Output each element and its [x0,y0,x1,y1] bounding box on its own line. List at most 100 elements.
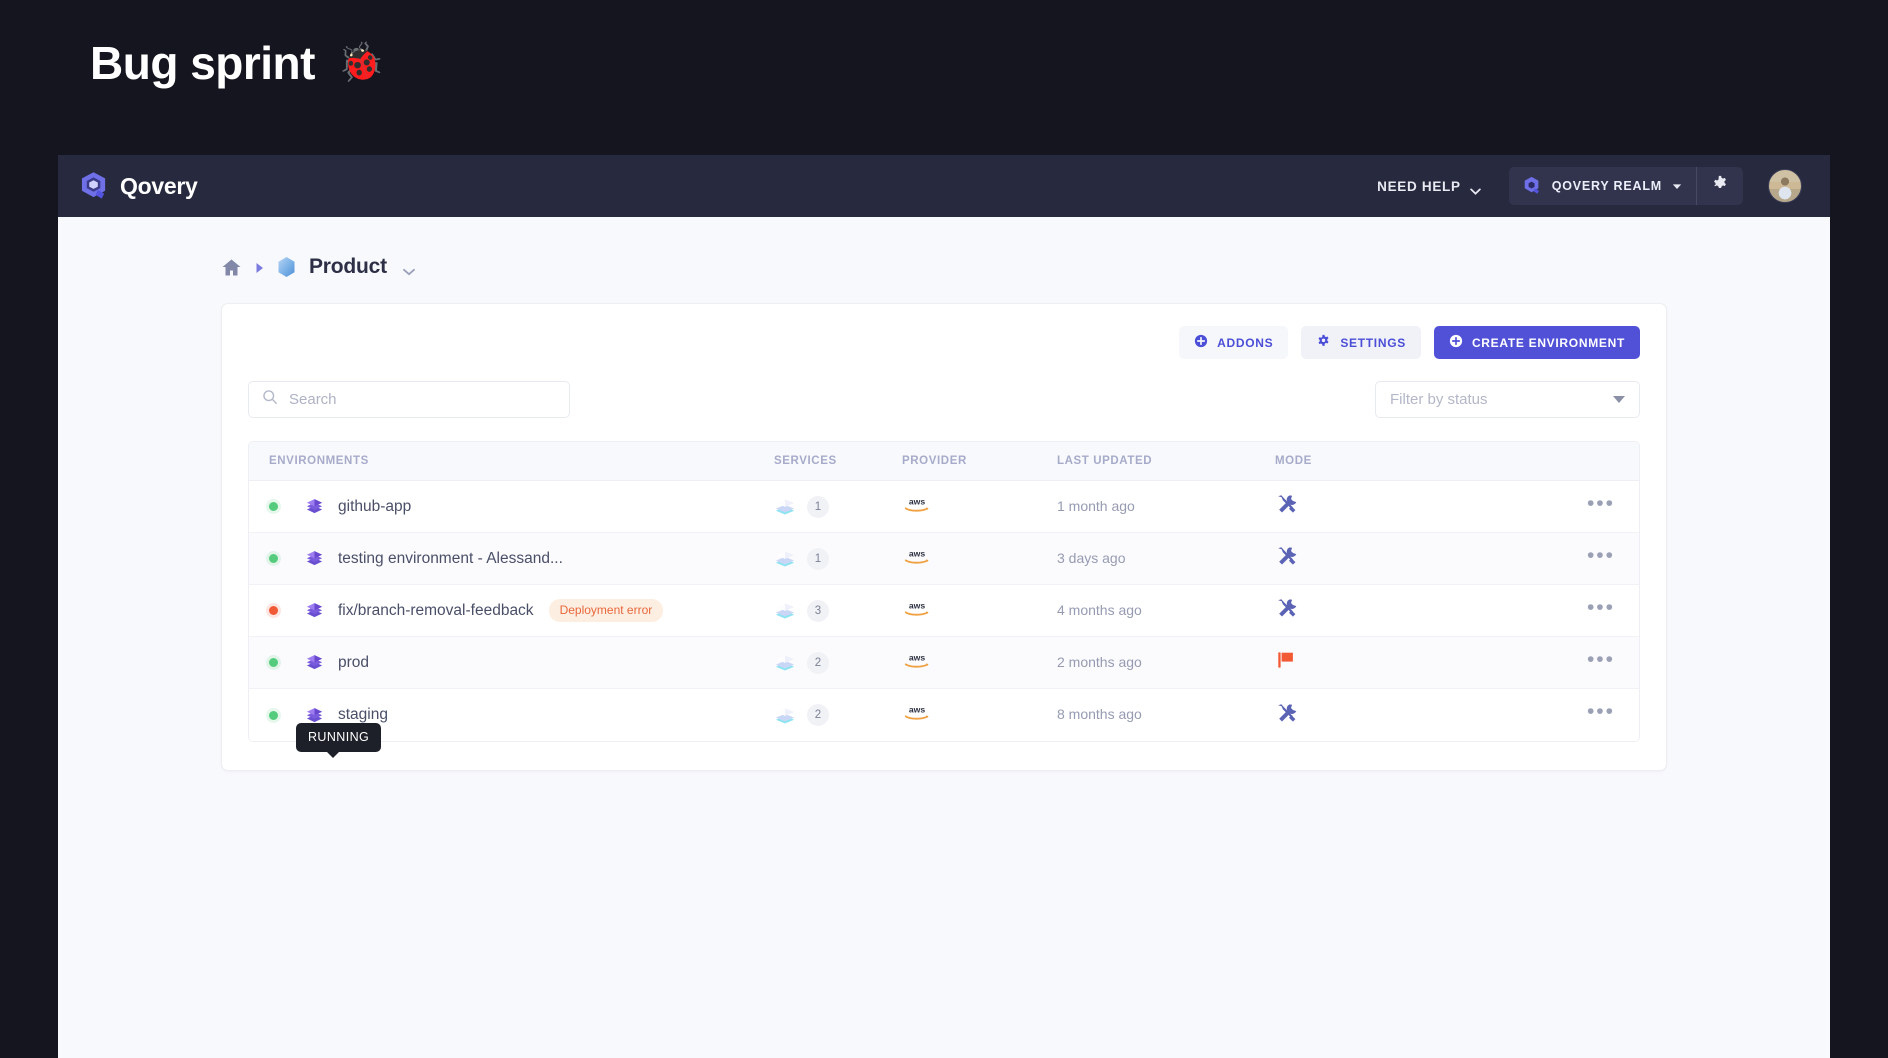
last-updated-value: 3 days ago [1057,549,1126,566]
column-header-services: SERVICES [774,455,837,467]
table-row[interactable]: staging 2 aws 8 months ago ••• [249,689,1639,741]
filters-row: Filter by status [248,381,1640,418]
tools-icon [1275,599,1297,623]
status-dot[interactable] [269,658,278,667]
realm-name: QOVERY REALM [1551,179,1662,193]
tools-icon [1275,703,1297,728]
row-menu-button[interactable]: ••• [1583,701,1619,728]
realm-switcher-button[interactable]: QOVERY REALM [1509,167,1696,205]
svg-text:aws: aws [909,652,926,662]
services-cell[interactable]: 1 [774,547,902,570]
page-title: Bug sprint [90,37,315,89]
status-dot[interactable] [269,554,278,563]
user-avatar[interactable] [1768,169,1802,203]
status-dot[interactable] [269,606,278,615]
table-row[interactable]: fix/branch-removal-feedback Deployment e… [249,585,1639,637]
svg-text:aws: aws [909,705,926,715]
services-count: 3 [807,599,829,622]
service-stack-icon [774,707,796,724]
plus-circle-icon [1449,334,1463,351]
environment-cell: prod [269,653,774,672]
mode-cell[interactable] [1275,597,1425,624]
page-body: Product ADDONS SETTINGS CREATE ENVIRONME… [58,217,1830,771]
chevron-down-icon[interactable] [403,263,415,276]
last-updated-cell: 8 months ago [1057,706,1275,724]
mode-cell[interactable] [1275,545,1425,572]
mode-cell[interactable] [1275,493,1425,520]
environment-cell: github-app [269,497,774,516]
row-menu-button[interactable]: ••• [1583,545,1619,572]
svg-text:aws: aws [909,548,926,558]
svg-text:aws: aws [909,600,926,610]
status-filter-select[interactable]: Filter by status [1375,381,1640,418]
row-actions-cell: ••• [1425,493,1619,520]
bug-icon: 🐞 [336,42,385,84]
row-actions-cell: ••• [1425,545,1619,572]
column-header-last-updated: LAST UPDATED [1057,455,1153,467]
services-count: 2 [807,704,829,726]
provider-cell: aws [902,599,1057,623]
breadcrumb-project-name[interactable]: Product [309,255,387,279]
brand-name: Qovery [120,172,198,199]
home-icon[interactable] [221,258,242,277]
last-updated-value: 2 months ago [1057,653,1142,670]
create-environment-button[interactable]: CREATE ENVIRONMENT [1433,326,1640,359]
last-updated-cell: 1 month ago [1057,498,1275,516]
status-tooltip: RUNNING [296,723,382,758]
services-cell[interactable]: 1 [774,495,902,518]
environment-name[interactable]: github-app [338,498,411,516]
cluster-icon [304,549,325,568]
services-cell[interactable]: 3 [774,599,902,622]
tooltip-text: RUNNING [308,730,370,744]
search-field[interactable] [248,381,570,418]
settings-gear-button[interactable] [1697,167,1743,205]
aws-icon: aws [902,652,932,674]
environment-name[interactable]: staging [338,706,388,724]
environment-name[interactable]: fix/branch-removal-feedback [338,602,534,620]
table-row[interactable]: github-app 1 aws 1 month ago ••• [249,481,1639,533]
row-actions-cell: ••• [1425,649,1619,676]
settings-button[interactable]: SETTINGS [1301,326,1421,359]
table-header-row: ENVIRONMENTS SERVICES PROVIDER LAST UPDA… [249,442,1639,481]
service-stack-icon [774,654,796,671]
last-updated-cell: 4 months ago [1057,602,1275,620]
mode-cell[interactable] [1275,702,1425,729]
last-updated-value: 1 month ago [1057,497,1135,514]
services-cell[interactable]: 2 [774,704,902,726]
card-action-bar: ADDONS SETTINGS CREATE ENVIRONMENT [248,326,1640,359]
qovery-realm-icon [1522,175,1542,198]
cluster-icon [304,497,325,516]
table-row[interactable]: testing environment - Alessand... 1 aws … [249,533,1639,585]
aws-icon: aws [902,548,932,570]
status-dot[interactable] [269,502,278,511]
mode-cell[interactable] [1275,649,1425,676]
status-dot[interactable] [269,710,278,720]
last-updated-value: 4 months ago [1057,601,1142,618]
service-stack-icon [774,602,796,619]
settings-label: SETTINGS [1340,335,1406,350]
row-menu-button[interactable]: ••• [1583,597,1619,624]
provider-cell: aws [902,495,1057,519]
search-input[interactable] [289,391,556,408]
addons-label: ADDONS [1217,335,1274,350]
tooltip-arrow [326,751,340,758]
addons-button[interactable]: ADDONS [1179,326,1289,359]
cluster-icon [304,601,325,620]
row-menu-button[interactable]: ••• [1583,493,1619,520]
tools-icon [1275,547,1297,571]
environment-name[interactable]: testing environment - Alessand... [338,550,563,568]
services-cell[interactable]: 2 [774,651,902,674]
triangle-down-icon [1613,396,1625,403]
brand-logo[interactable]: Qovery [80,171,198,202]
environment-name[interactable]: prod [338,654,369,672]
top-navigation-bar: Qovery NEED HELP QOVERY REALM [58,155,1830,217]
last-updated-cell: 3 days ago [1057,550,1275,568]
service-stack-icon [774,550,796,567]
qovery-console-screenshot: Qovery NEED HELP QOVERY REALM Product AD… [58,155,1830,1058]
row-menu-button[interactable]: ••• [1583,649,1619,676]
table-row[interactable]: prod 2 aws 2 months ago ••• [249,637,1639,689]
column-header-provider: PROVIDER [902,455,967,467]
services-count: 1 [807,495,829,518]
status-filter-label: Filter by status [1390,391,1488,408]
need-help-menu[interactable]: NEED HELP [1377,179,1481,195]
